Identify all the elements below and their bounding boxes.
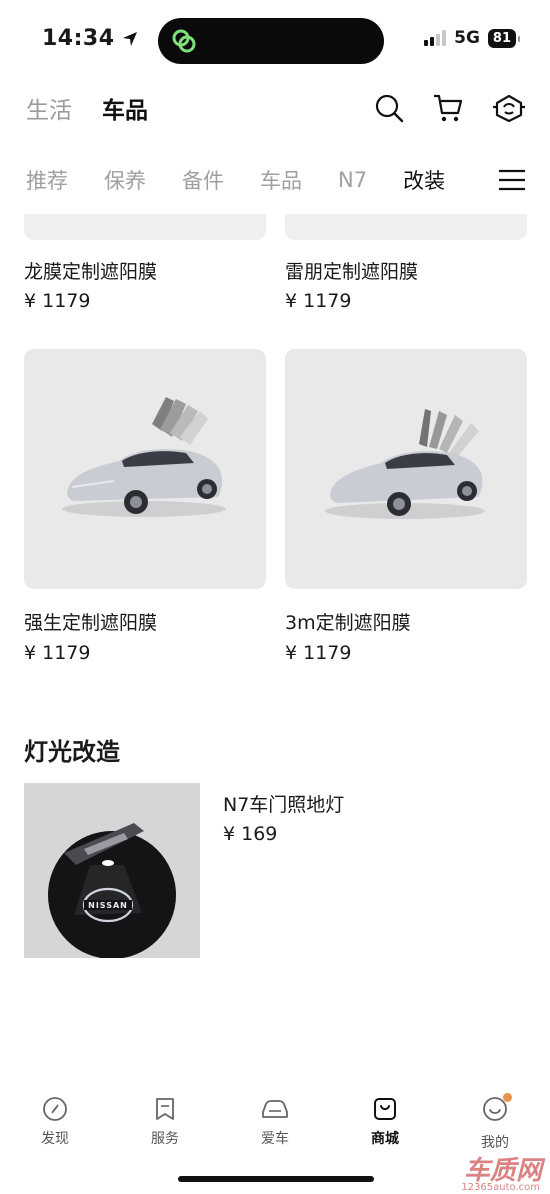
product-price: ¥ 1179	[285, 290, 352, 312]
nav-label: 爱车	[261, 1131, 289, 1147]
bookmark-icon	[156, 1098, 174, 1120]
tab-car-goods[interactable]: 车品	[260, 165, 302, 195]
car-with-film-image	[62, 397, 226, 517]
status-time: 14:34	[42, 26, 139, 51]
location-arrow-icon	[122, 31, 137, 46]
bottom-nav: 发现 服务 爱车 商城 我的	[0, 1093, 550, 1156]
tab-maintenance[interactable]: 保养	[104, 165, 146, 195]
dynamic-island	[158, 18, 384, 64]
product-price: ¥ 1179	[285, 642, 352, 664]
product-price: ¥ 1179	[24, 290, 91, 312]
product-price: ¥ 169	[223, 823, 278, 845]
product-name[interactable]: 雷朋定制遮阳膜	[285, 257, 418, 284]
customer-service-icon[interactable]	[492, 93, 526, 123]
search-icon[interactable]	[374, 93, 404, 123]
nav-label: 商城	[371, 1131, 399, 1147]
car-icon	[262, 1100, 288, 1118]
status-indicators: 5G 81	[424, 28, 521, 48]
door-light-image: NISSAN	[48, 823, 176, 958]
nav-service[interactable]: 服务	[110, 1096, 220, 1156]
category-tabs: 推荐 保养 备件 车品 N7 改装	[26, 164, 526, 196]
product-name[interactable]: 强生定制遮阳膜	[24, 608, 157, 635]
nav-discover[interactable]: 发现	[0, 1096, 110, 1156]
product-image-partial[interactable]	[285, 214, 527, 240]
product-image-partial[interactable]	[24, 214, 266, 240]
tab-n7[interactable]: N7	[338, 168, 367, 192]
app-activity-icon	[172, 29, 196, 53]
nav-my-car[interactable]: 爱车	[220, 1096, 330, 1156]
home-indicator[interactable]	[178, 1176, 374, 1182]
compass-icon	[43, 1097, 67, 1121]
nav-mall[interactable]: 商城	[330, 1096, 440, 1156]
product-name[interactable]: 龙膜定制遮阳膜	[24, 257, 157, 284]
notification-dot	[503, 1093, 512, 1102]
product-image[interactable]	[285, 349, 527, 589]
tab-modification[interactable]: 改装	[403, 165, 445, 195]
watermark-text: www.12365auto.com	[178, 590, 375, 610]
product-image[interactable]: NISSAN	[24, 783, 200, 958]
cell-signal-icon	[424, 30, 447, 46]
watermark-url: 12365auto.com	[461, 1182, 540, 1193]
tab-car-products[interactable]: 车品	[102, 91, 148, 125]
clock-text: 14:34	[42, 26, 115, 51]
nav-label: 服务	[151, 1131, 179, 1147]
product-image[interactable]	[24, 349, 266, 589]
status-bar: 14:34 5G 81	[0, 0, 550, 80]
nissan-logo-text: NISSAN	[88, 901, 128, 910]
nav-label: 发现	[41, 1131, 69, 1147]
tab-parts[interactable]: 备件	[182, 165, 224, 195]
product-price: ¥ 1179	[24, 642, 91, 664]
product-name[interactable]: 3m定制遮阳膜	[285, 608, 411, 635]
nav-label: 我的	[481, 1135, 509, 1151]
cart-icon[interactable]	[432, 93, 464, 123]
tab-life[interactable]: 生活	[26, 91, 72, 125]
nav-mine[interactable]: 我的	[440, 1093, 550, 1156]
shop-bag-icon	[374, 1098, 396, 1120]
top-nav: 生活 车品	[26, 88, 526, 128]
section-title: 灯光改造	[24, 738, 120, 766]
product-name[interactable]: N7车门照地灯	[223, 790, 344, 817]
car-with-film-image	[325, 409, 485, 519]
network-type: 5G	[454, 28, 480, 48]
battery-icon: 81	[487, 28, 521, 48]
menu-icon[interactable]	[498, 168, 526, 192]
tab-recommend[interactable]: 推荐	[26, 165, 68, 195]
